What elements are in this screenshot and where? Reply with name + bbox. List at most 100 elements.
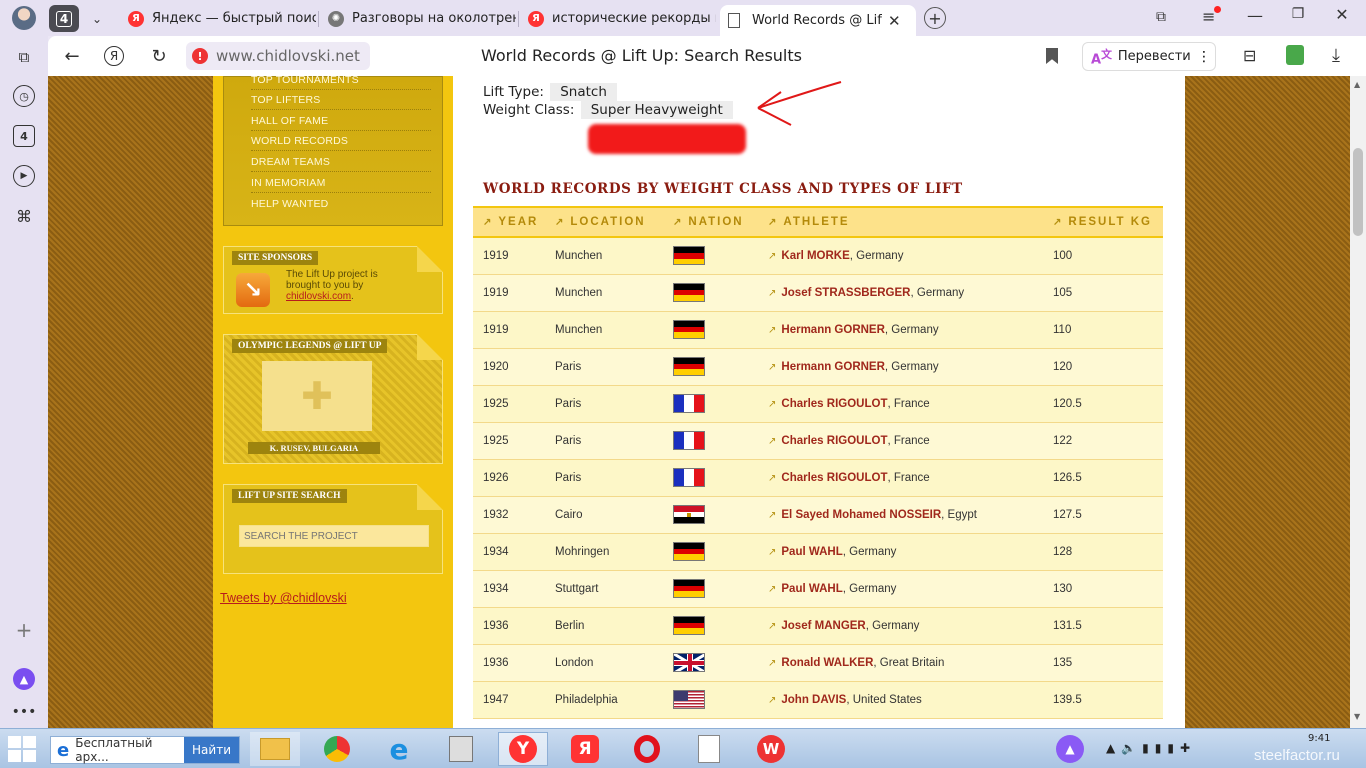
- athlete-link[interactable]: Ronald WALKER: [781, 657, 873, 669]
- tab-list-chevron-icon[interactable]: ⌄: [83, 5, 111, 32]
- bookmarks-icon[interactable]: ⧉: [13, 46, 35, 68]
- external-link-icon[interactable]: ↗: [768, 658, 776, 669]
- download-icon[interactable]: ⤓: [1332, 45, 1340, 66]
- menu-top-tournaments[interactable]: TOP TOURNAMENTS: [251, 76, 431, 90]
- reload-icon[interactable]: ↻: [147, 44, 171, 68]
- tab-forum[interactable]: ✺ Разговоры на околотрен: [320, 5, 516, 32]
- search-go-button[interactable]: Найти: [184, 737, 239, 763]
- col-result[interactable]: ↗ RESULT KG: [1043, 206, 1163, 238]
- lift-type-value[interactable]: Snatch: [550, 83, 617, 101]
- taskbar-search[interactable]: e Бесплатный арх... Найти: [50, 736, 240, 764]
- archive-ext-icon[interactable]: [1286, 45, 1304, 65]
- document-icon[interactable]: [684, 732, 734, 766]
- athlete-link[interactable]: Hermann GORNER: [781, 324, 885, 336]
- close-window-button[interactable]: ✕: [1327, 5, 1357, 29]
- menu-top-lifters[interactable]: TOP LIFTERS: [251, 94, 431, 110]
- external-link-icon[interactable]: ↗: [768, 547, 776, 558]
- add-panel-icon[interactable]: +: [13, 618, 35, 642]
- external-link-icon[interactable]: ↗: [768, 288, 776, 299]
- external-link-icon[interactable]: ↗: [768, 510, 776, 521]
- menu-world-records[interactable]: WORLD RECORDS: [251, 135, 431, 151]
- web-page: TOP TOURNAMENTS TOP LIFTERS HALL OF FAME…: [48, 76, 1350, 728]
- menu-dream-teams[interactable]: DREAM TEAMS: [251, 156, 431, 172]
- sponsor-logo[interactable]: ↘: [236, 273, 270, 307]
- alice-icon[interactable]: ▲: [13, 668, 35, 690]
- scroll-down-arrow[interactable]: ▼: [1354, 712, 1360, 721]
- internet-explorer-icon[interactable]: e: [374, 732, 424, 766]
- warning-icon[interactable]: !: [192, 48, 208, 64]
- tabs-icon[interactable]: 4: [13, 125, 35, 147]
- page-scrollbar[interactable]: ▲ ▼: [1350, 76, 1366, 728]
- athlete-link[interactable]: Charles RIGOULOT: [781, 472, 887, 484]
- yandex-icon[interactable]: Я: [560, 732, 610, 766]
- athlete-link[interactable]: El Sayed Mohamed NOSSEIR: [781, 509, 941, 521]
- yandex-browser-icon[interactable]: Y: [498, 732, 548, 766]
- tray-icons[interactable]: ▲🔈▮▮▮✚: [1106, 741, 1196, 755]
- athlete-link[interactable]: Josef MANGER: [781, 620, 865, 632]
- url-field[interactable]: ! www.chidlovski.net: [186, 42, 370, 70]
- wps-office-icon[interactable]: W: [746, 732, 796, 766]
- restore-button[interactable]: ❐: [1283, 6, 1313, 30]
- external-link-icon[interactable]: ↗: [768, 251, 776, 262]
- history-icon[interactable]: ◷: [13, 85, 35, 107]
- tab-world-records[interactable]: World Records @ Lift U ✕: [720, 5, 916, 36]
- col-nation[interactable]: ↗ NATION: [663, 206, 758, 238]
- col-year[interactable]: ↗ YEAR: [473, 206, 545, 238]
- yandex-icon: Я: [128, 10, 144, 27]
- bookmark-icon[interactable]: [1046, 48, 1058, 64]
- athlete-link[interactable]: Charles RIGOULOT: [781, 398, 887, 410]
- external-link-icon[interactable]: ↗: [768, 473, 776, 484]
- yandex-home-icon[interactable]: Я: [104, 46, 124, 66]
- table-row: 1925 Paris ↗ Charles RIGOULOT, France 120.5: [473, 385, 1163, 423]
- search-input[interactable]: [239, 525, 429, 547]
- athlete-link[interactable]: Paul WAHL: [781, 546, 842, 558]
- tweets-link[interactable]: Tweets by @chidlovski: [220, 591, 347, 605]
- weight-class-value[interactable]: Super Heavyweight: [580, 101, 733, 119]
- tab-historical-records[interactable]: Я исторические рекорды м: [520, 5, 716, 32]
- scroll-up-arrow[interactable]: ▲: [1354, 80, 1360, 89]
- extensions-icon[interactable]: ⊟: [1243, 46, 1256, 65]
- collections-icon[interactable]: ⧉: [1156, 9, 1176, 29]
- athlete-link[interactable]: Josef STRASSBERGER: [781, 287, 910, 299]
- kebab-icon[interactable]: ⋮: [1197, 49, 1211, 65]
- menu-hall-of-fame[interactable]: HALL OF FAME: [251, 115, 431, 131]
- external-link-icon[interactable]: ↗: [768, 621, 776, 632]
- notepad-icon[interactable]: [436, 732, 486, 766]
- external-link-icon[interactable]: ↗: [768, 695, 776, 706]
- more-icon[interactable]: •••: [12, 701, 37, 723]
- scroll-thumb[interactable]: [1353, 148, 1363, 236]
- tab-yandex-search[interactable]: Я Яндекс — быстрый поиск: [120, 5, 316, 32]
- athlete-link[interactable]: Hermann GORNER: [781, 361, 885, 373]
- menu-help-wanted[interactable]: HELP WANTED: [251, 198, 431, 213]
- video-icon[interactable]: ▶: [13, 165, 35, 187]
- opera-icon[interactable]: [622, 732, 672, 766]
- external-link-icon[interactable]: ↗: [768, 362, 776, 373]
- translate-button[interactable]: A文 Перевести ⋮: [1082, 42, 1216, 71]
- athlete-link[interactable]: Paul WAHL: [781, 583, 842, 595]
- external-link-icon[interactable]: ↗: [768, 436, 776, 447]
- close-tab-icon[interactable]: ✕: [888, 12, 901, 30]
- athlete-link[interactable]: John DAVIS: [781, 694, 846, 706]
- back-icon[interactable]: ←: [60, 44, 84, 68]
- external-link-icon[interactable]: ↗: [768, 584, 776, 595]
- col-athlete[interactable]: ↗ ATHLETE: [758, 206, 1043, 238]
- external-link-icon[interactable]: ↗: [768, 325, 776, 336]
- minimize-button[interactable]: —: [1240, 6, 1270, 30]
- col-location[interactable]: ↗ LOCATION: [545, 206, 663, 238]
- new-tab-button[interactable]: +: [924, 7, 946, 29]
- chrome-icon[interactable]: [312, 732, 362, 766]
- external-link-icon[interactable]: ↗: [768, 399, 776, 410]
- legend-photo[interactable]: ✚: [262, 361, 372, 431]
- clock[interactable]: 9:41: [1308, 733, 1330, 744]
- sponsors-link[interactable]: chidlovski.com: [286, 291, 351, 302]
- menu-icon[interactable]: ≡: [1202, 6, 1224, 29]
- file-explorer-icon[interactable]: [250, 732, 300, 766]
- tab-counter-button[interactable]: 4: [49, 5, 79, 32]
- athlete-link[interactable]: Karl MORKE: [781, 250, 849, 262]
- screenshot-icon[interactable]: ⌘: [13, 205, 35, 227]
- athlete-link[interactable]: Charles RIGOULOT: [781, 435, 887, 447]
- menu-in-memoriam[interactable]: IN MEMORIAM: [251, 177, 431, 193]
- profile-avatar[interactable]: [12, 6, 36, 30]
- start-button[interactable]: [8, 736, 36, 762]
- alice-tray-icon[interactable]: ▲: [1056, 735, 1084, 763]
